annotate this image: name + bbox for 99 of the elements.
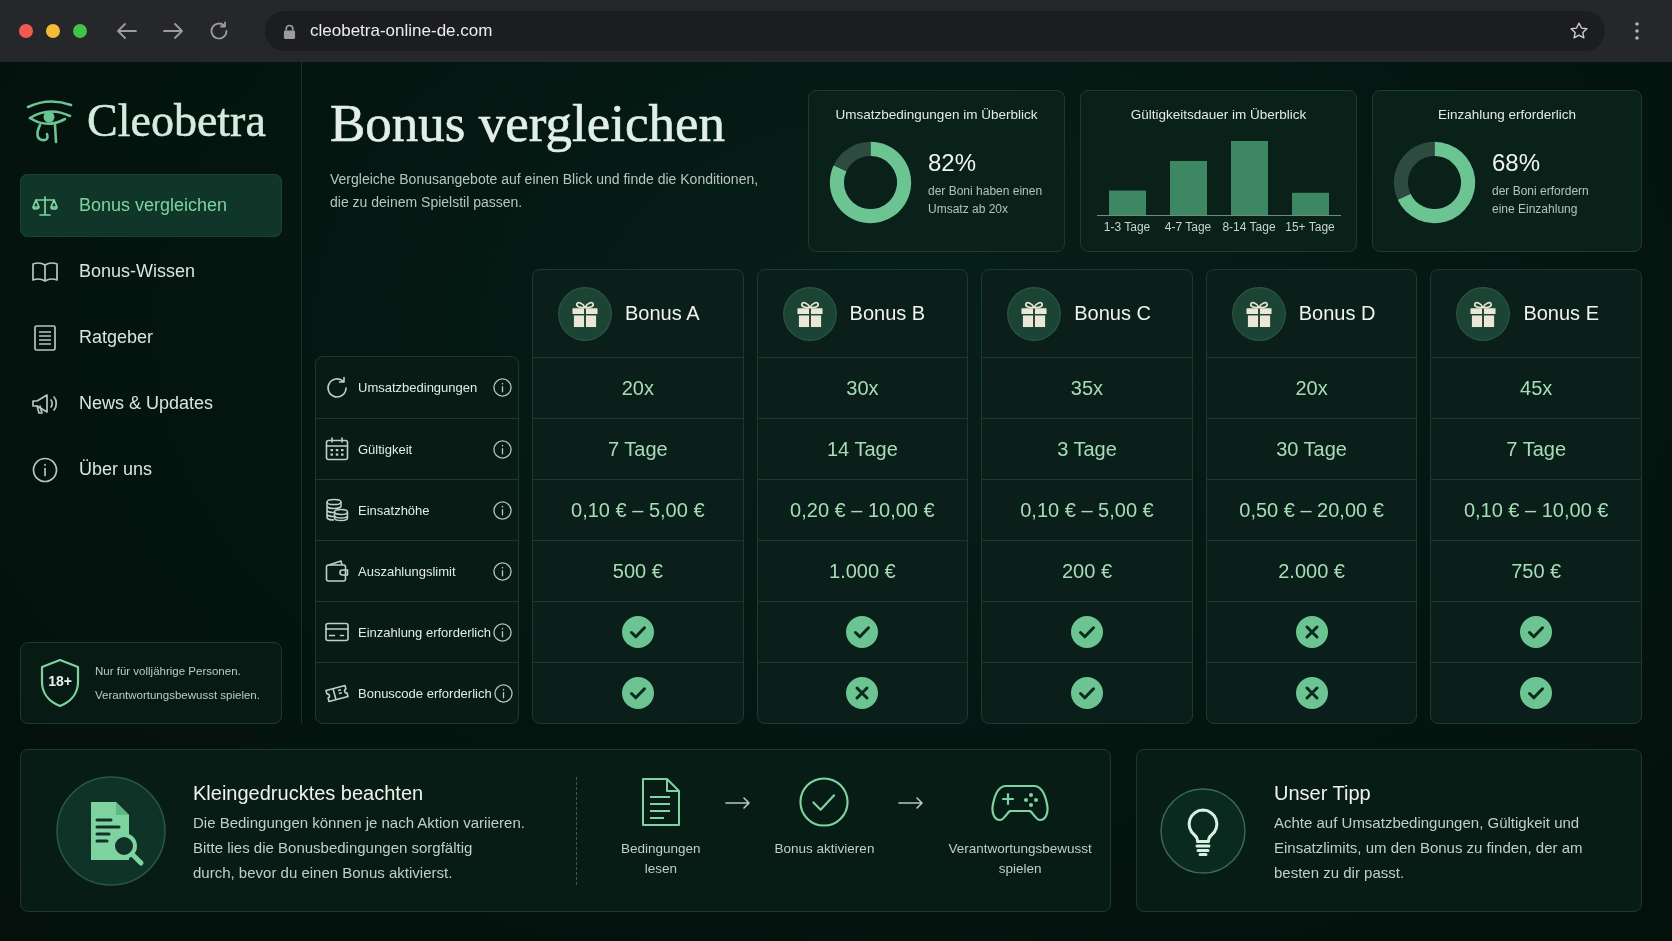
info-icon xyxy=(31,456,59,483)
table-cell: 0,50 € – 20,00 € xyxy=(1206,479,1417,540)
document-icon xyxy=(31,324,59,351)
criterion-label: Gültigkeit xyxy=(358,441,414,457)
bar-label: 1-3 Tage xyxy=(1102,220,1152,234)
bookmark-star-icon[interactable] xyxy=(1569,21,1589,41)
bonus-name: Bonus D xyxy=(1298,302,1376,325)
info-icon[interactable] xyxy=(493,439,512,459)
stat-title: Einzahlung erforderlich xyxy=(1437,106,1577,124)
nav-item[interactable]: News & Updates xyxy=(20,372,282,435)
gift-icon xyxy=(782,286,837,341)
table-cell: 200 € xyxy=(982,540,1192,601)
nav-item[interactable]: Bonus vergleichen xyxy=(20,174,282,237)
table-cell: 35x xyxy=(982,357,1192,418)
page-subtitle: Vergleiche Bonusangebote auf einen Blick und finde die Konditionen, die zu deinem Spielstil passen. xyxy=(330,170,760,213)
wallet-icon xyxy=(325,559,349,583)
minimize-window-button[interactable] xyxy=(46,24,60,38)
address-bar[interactable]: cleobetra-online-de.com xyxy=(265,11,1605,51)
book-icon xyxy=(31,260,59,283)
stat-title: Umsatzbedingungen im Überblick xyxy=(835,106,1038,124)
table-cell: 2.000 € xyxy=(1206,540,1417,601)
nav-item[interactable]: Bonus-Wissen xyxy=(20,240,282,303)
nav-item[interactable]: Über uns xyxy=(20,438,282,501)
table-cell: 0,10 € – 10,00 € xyxy=(1431,479,1641,540)
stat-value: 68% xyxy=(1492,147,1542,178)
table-cell: 20x xyxy=(1206,357,1417,418)
arrow-right-icon xyxy=(898,796,925,809)
table-cell: 0,10 € – 5,00 € xyxy=(982,479,1192,540)
table-cell: 1.000 € xyxy=(757,540,968,601)
document-search-icon xyxy=(56,775,166,886)
lock-icon xyxy=(283,23,296,39)
stat-caption: der Boni haben einen Umsatz ab 20x xyxy=(928,182,1043,218)
info-icon[interactable] xyxy=(493,622,512,642)
gift-icon xyxy=(1456,286,1511,341)
table-cell: 30 Tage xyxy=(1206,418,1417,479)
criterion-label: Einzahlung erforderlich xyxy=(358,624,491,640)
bar-label: 15+ Tage xyxy=(1284,220,1336,234)
bar-label: 4-7 Tage xyxy=(1163,220,1213,234)
bonus-name: Bonus C xyxy=(1074,302,1151,325)
calendar-icon xyxy=(325,437,349,461)
bonus-name: Bonus E xyxy=(1523,302,1599,325)
panel-text: Achte auf Umsatzbedingungen, Gültigkeit und Einsatzlimits, um den Bonus zu finden, der am besten zu dir passt. xyxy=(1274,813,1584,883)
info-icon[interactable] xyxy=(493,683,513,703)
criterion-label: Auszahlungslimit xyxy=(358,563,457,579)
table-cell: 20x xyxy=(533,357,743,418)
table-cell: 14 Tage xyxy=(757,418,968,479)
megaphone-icon xyxy=(31,391,59,416)
table-cell: 45x xyxy=(1431,357,1641,418)
stat-title: Gültigkeitsdauer im Überblick xyxy=(1130,106,1307,124)
refresh-icon xyxy=(325,375,349,400)
arrow-right-icon xyxy=(724,796,751,809)
brand-name: Cleobetra xyxy=(87,98,266,144)
gift-icon xyxy=(1007,286,1062,341)
shield-icon xyxy=(39,658,81,708)
criterion-label: Bonuscode erforderlich xyxy=(358,685,492,701)
step-label: Verantwortungsbewusst spielen xyxy=(948,839,1092,878)
info-icon[interactable] xyxy=(493,561,512,581)
reload-icon[interactable] xyxy=(209,21,229,41)
close-window-button[interactable] xyxy=(19,24,33,38)
table-cell: 7 Tage xyxy=(533,418,743,479)
bonus-name: Bonus B xyxy=(849,302,926,325)
lightbulb-icon xyxy=(1160,787,1246,874)
maximize-window-button[interactable] xyxy=(73,24,87,38)
info-icon[interactable] xyxy=(493,500,512,520)
menu-icon[interactable] xyxy=(1635,22,1639,40)
coins-icon xyxy=(325,498,349,522)
ticket-icon xyxy=(325,683,349,703)
gift-icon xyxy=(1231,286,1286,341)
stat-caption: der Boni erfordern eine Einzahlung xyxy=(1492,182,1589,218)
stat-value: 82% xyxy=(928,147,978,178)
age-label: 18+ xyxy=(47,673,73,689)
panel-title: Kleingedrucktes beachten xyxy=(193,781,425,806)
table-cell: 0,20 € – 10,00 € xyxy=(757,479,968,540)
bonus-name: Bonus A xyxy=(625,302,700,325)
document-icon xyxy=(640,776,681,827)
table-cell: 500 € xyxy=(533,540,743,601)
criterion-label: Einsatzhöhe xyxy=(358,502,431,518)
eye-logo-icon xyxy=(25,98,73,144)
card-icon xyxy=(325,622,349,642)
nav-item[interactable]: Ratgeber xyxy=(20,306,282,369)
check-circle-icon xyxy=(799,776,850,827)
gift-icon xyxy=(558,286,612,341)
forward-arrow-icon[interactable] xyxy=(163,23,183,39)
step-label: Bedingungen lesen xyxy=(621,839,701,878)
bar-label: 8-14 Tage xyxy=(1221,220,1277,234)
panel-title: Unser Tipp xyxy=(1274,781,1372,806)
info-icon[interactable] xyxy=(493,378,512,397)
age-notice-text: Nur für volljährige Personen. Verantwortungsbewusst spielen. xyxy=(95,664,260,703)
step-label: Bonus aktivieren xyxy=(774,839,875,858)
table-cell: 750 € xyxy=(1431,540,1641,601)
table-cell: 3 Tage xyxy=(982,418,1192,479)
scales-icon xyxy=(31,193,59,218)
back-arrow-icon[interactable] xyxy=(117,23,137,39)
page-title: Bonus vergleichen xyxy=(330,94,726,153)
table-cell: 0,10 € – 5,00 € xyxy=(533,479,743,540)
panel-text: Die Bedingungen können je nach Aktion variieren. Bitte lies die Bonusbedingungen sorgfältig durch, bevor du einen Bonus aktivierst. xyxy=(193,813,526,883)
criterion-label: Umsatzbedingungen xyxy=(358,380,479,395)
table-cell: 7 Tage xyxy=(1431,418,1641,479)
table-cell: 30x xyxy=(757,357,968,418)
